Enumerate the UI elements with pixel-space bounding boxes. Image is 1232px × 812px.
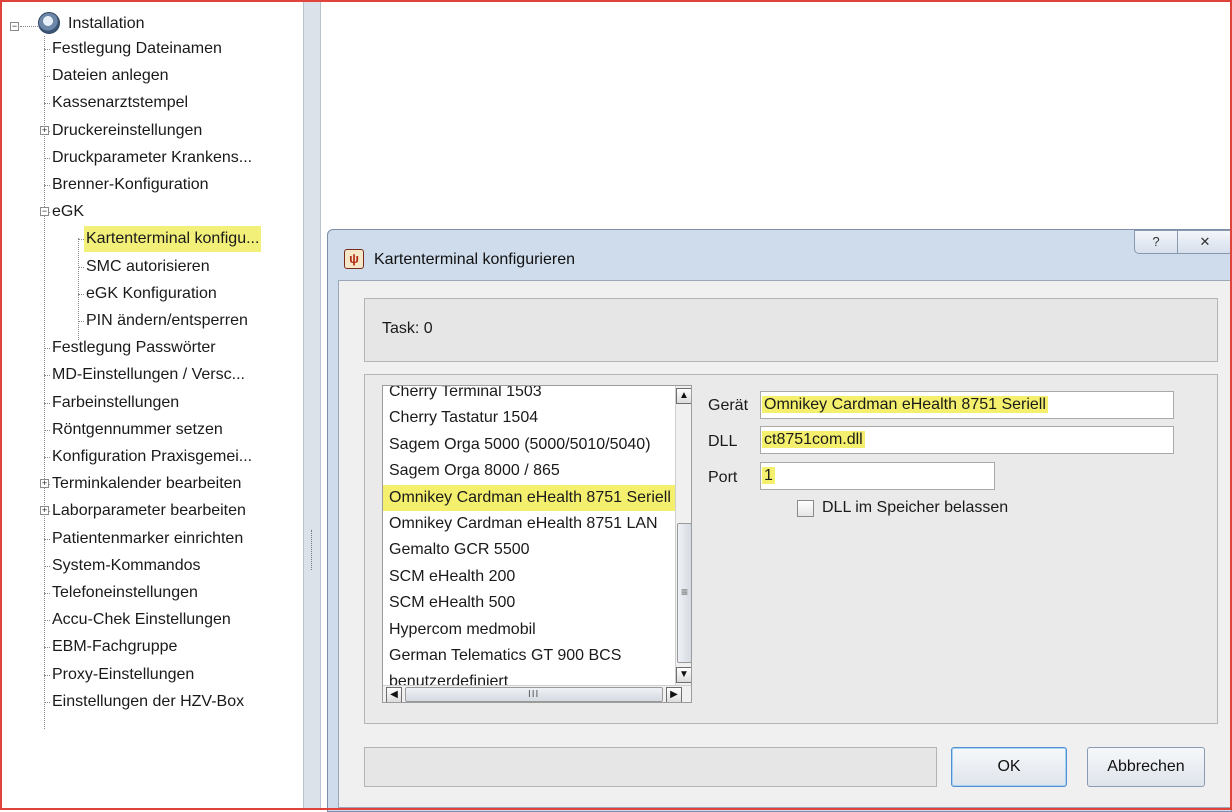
horizontal-scrollbar[interactable]: ◀ III ▶ [383,685,691,702]
tree-item-label: Einstellungen der HZV-Box [52,693,245,710]
tree-item-label: Druckparameter Krankens... [52,149,253,166]
tree-item-label: Brenner-Konfiguration [52,176,209,193]
tree-item-label: eGK Konfiguration [86,285,217,302]
dll-value: ct8751com.dll [762,431,865,448]
tree-item-label: Röntgennummer setzen [52,421,223,438]
tree-item-label: MD-Einstellungen / Versc... [52,366,245,383]
ok-button[interactable]: OK [951,747,1067,787]
settings-tree: − Installation Festlegung Dateinamen Date… [6,6,302,806]
tree-item-label: Laborparameter bearbeiten [52,502,246,519]
tree-item-label: Festlegung Passwörter [52,339,216,356]
tree-item-label: Proxy-Einstellungen [52,666,195,683]
chevron-up-icon[interactable]: ▲ [676,388,691,404]
tree-item-label: Telefoneinstellungen [52,584,198,601]
keep-dll-checkbox[interactable] [797,500,814,517]
close-button[interactable]: ✕ [1177,230,1232,254]
list-item[interactable]: Cherry Terminal 1503 [383,386,675,405]
terminal-list[interactable]: Cherry Terminal 1503 Cherry Tastatur 1504… [382,385,692,703]
dll-input[interactable]: ct8751com.dll [760,426,1174,454]
kartenterminal-dialog: ψ Kartenterminal konfigurieren ? ✕ Task:… [327,229,1232,812]
tree-item-label: System-Kommandos [52,557,201,574]
list-item[interactable]: Gemalto GCR 5500 [383,537,675,563]
tree-item-label: Accu-Chek Einstellungen [52,611,231,628]
gear-cluster-icon [38,12,60,34]
tree-item-label: Kassenarztstempel [52,94,189,111]
list-item[interactable]: Sagem Orga 8000 / 865 [383,458,675,484]
scroll-thumb[interactable]: III [405,687,663,702]
cancel-button[interactable]: Abbrechen [1087,747,1205,787]
tree-item-label: Druckereinstellungen [52,122,203,139]
tree-item-label: eGK [52,203,85,220]
collapse-toggle-icon[interactable]: − [40,207,49,216]
tree-line [78,238,79,340]
list-item[interactable]: Omnikey Cardman eHealth 8751 Seriell [383,485,675,511]
chevron-left-icon[interactable]: ◀ [386,687,402,702]
list-item[interactable]: German Telematics GT 900 BCS [383,643,675,669]
geraet-value: Omnikey Cardman eHealth 8751 Seriell [762,396,1048,413]
tree-item-label: Farbeinstellungen [52,394,180,411]
list-item[interactable]: SCM eHealth 500 [383,590,675,616]
tree-line [20,26,38,27]
geraet-label: Gerät [708,397,749,414]
geraet-input[interactable]: Omnikey Cardman eHealth 8751 Seriell [760,391,1174,419]
tree-item-label: Patientenmarker einrichten [52,530,244,547]
task-label: Task: 0 [382,320,433,337]
expand-toggle-icon[interactable]: + [40,479,49,488]
status-field [364,747,937,787]
tree-item-label: Kartenterminal konfigu... [84,226,262,252]
grip-icon: ≡ [681,585,689,599]
list-item[interactable]: SCM eHealth 200 [383,564,675,590]
dialog-titlebar[interactable]: ψ Kartenterminal konfigurieren ? ✕ [328,230,1232,280]
port-value: 1 [762,467,775,484]
list-item[interactable]: Omnikey Cardman eHealth 8751 LAN [383,511,675,537]
dll-label: DLL [708,433,738,450]
tree-item-label: SMC autorisieren [86,258,210,275]
panel-splitter[interactable] [303,0,321,810]
grip-icon: III [528,689,540,700]
vertical-scrollbar[interactable]: ▲ ≡ ▼ [675,386,691,685]
expand-toggle-icon[interactable]: + [40,506,49,515]
terminal-settings-panel: Cherry Terminal 1503 Cherry Tastatur 1504… [364,374,1218,724]
expand-toggle-icon[interactable]: + [40,126,49,135]
collapse-toggle-installation[interactable]: − [10,22,19,31]
scroll-thumb[interactable]: ≡ [677,523,691,663]
tree-item-label: Terminkalender bearbeiten [52,475,242,492]
chevron-right-icon[interactable]: ▶ [666,687,682,702]
list-item[interactable]: Cherry Tastatur 1504 [383,405,675,431]
splitter-grip [311,530,314,570]
list-item[interactable]: Sagem Orga 5000 (5000/5010/5040) [383,432,675,458]
chevron-down-icon[interactable]: ▼ [676,667,691,683]
tree-item-label: EBM-Fachgruppe [52,638,178,655]
dialog-content: Task: 0 Cherry Terminal 1503 Cherry Tasta… [338,280,1231,808]
port-label: Port [708,469,738,486]
tree-item-label: Festlegung Dateinamen [52,40,222,57]
tree-item-label: PIN ändern/entsperren [86,312,248,329]
tree-item-label: Dateien anlegen [52,67,169,84]
tree-item-label: Konfiguration Praxisgemei... [52,448,253,465]
list-item[interactable]: Hypercom medmobil [383,617,675,643]
app-shield-icon: ψ [344,249,364,269]
tree-line [44,36,45,729]
port-input[interactable]: 1 [760,462,995,490]
help-button[interactable]: ? [1134,230,1178,254]
keep-dll-label[interactable]: DLL im Speicher belassen [822,497,1008,519]
task-panel: Task: 0 [364,298,1218,362]
dialog-title: Kartenterminal konfigurieren [374,251,575,268]
